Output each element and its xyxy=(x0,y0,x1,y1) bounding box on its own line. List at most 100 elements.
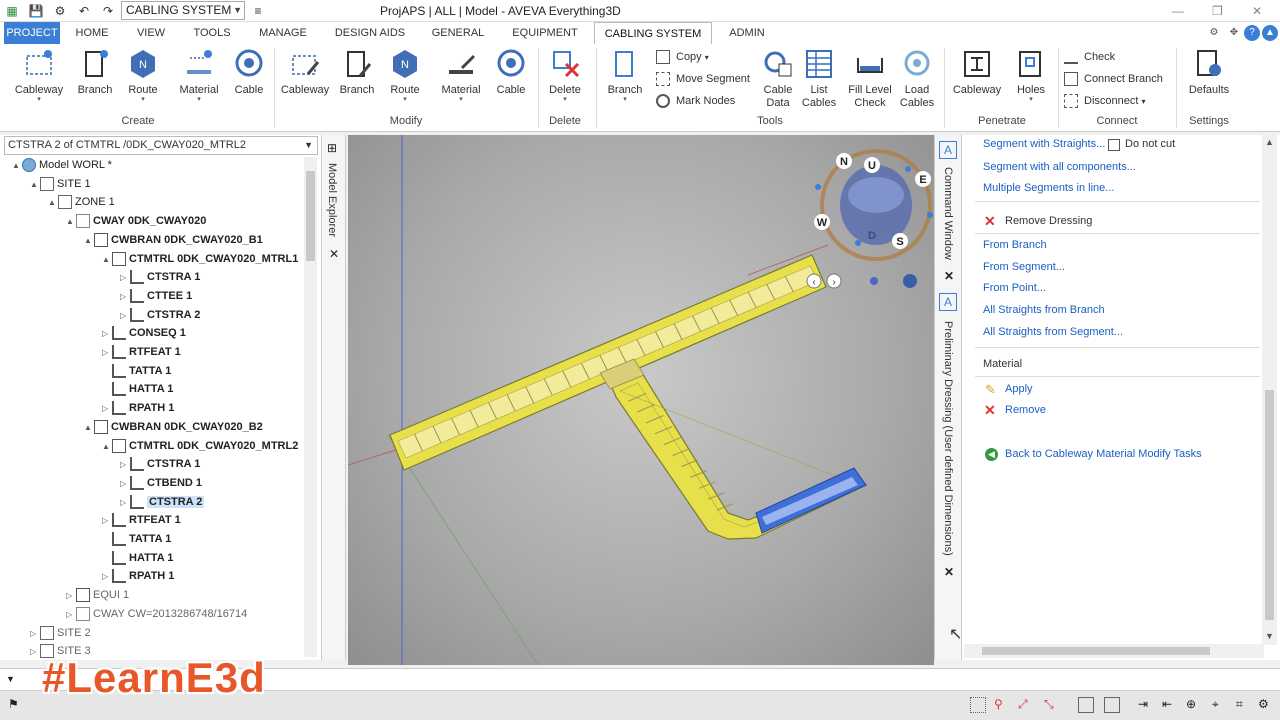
expand-toggle-icon[interactable]: ▲ xyxy=(66,213,76,231)
explorer-tree-icon[interactable]: ⊞ xyxy=(327,141,337,155)
tab-cabling-system[interactable]: CABLING SYSTEM xyxy=(594,22,712,44)
expand-toggle-icon[interactable]: ▷ xyxy=(120,288,130,306)
segment-with-straights-link[interactable]: Segment with Straights... xyxy=(983,138,1105,150)
expand-toggle-icon[interactable]: ▷ xyxy=(102,344,112,362)
panel-vertical-scrollbar[interactable]: ▲ ▼ xyxy=(1262,135,1277,645)
tree-node[interactable]: ▷ RPATH 1 xyxy=(102,399,174,417)
tab-design-aids[interactable]: DESIGN AIDS xyxy=(330,22,410,44)
snap-dist-icon[interactable]: ⤡ xyxy=(1044,697,1060,713)
snap-icon[interactable]: ⚲ xyxy=(994,697,1010,713)
align-right-icon[interactable]: ⇤ xyxy=(1162,697,1178,713)
multiple-segments-link[interactable]: Multiple Segments in line... xyxy=(983,182,1114,194)
cable-data-button[interactable]: Cable Data xyxy=(754,48,802,110)
explorer-scrollbar[interactable] xyxy=(304,157,317,657)
mark-nodes-button[interactable]: Mark Nodes xyxy=(656,92,735,110)
cable-tray-main[interactable] xyxy=(389,254,827,471)
apply-material-link[interactable]: Apply xyxy=(1005,383,1033,395)
cable-tray-selected-segment[interactable] xyxy=(755,467,867,534)
center-icon[interactable]: ⊕ xyxy=(1186,697,1202,713)
penetrate-cableway-button[interactable]: Cableway xyxy=(950,48,1004,96)
expand-toggle-icon[interactable]: ▲ xyxy=(84,419,94,437)
tree-node[interactable]: ▷ CTSTRA 2 xyxy=(120,306,200,324)
panel-horizontal-scrollbar[interactable] xyxy=(964,644,1264,658)
3d-viewport[interactable]: N U E W D S ‹ › xyxy=(348,135,934,665)
scroll-thumb[interactable] xyxy=(1265,390,1274,620)
tree-node[interactable]: ▷ CTSTRA 1 xyxy=(120,455,200,473)
expand-toggle-icon[interactable]: ▷ xyxy=(102,400,112,418)
copy-button[interactable]: Copy ▾ xyxy=(656,48,709,66)
expand-toggle-icon[interactable]: ▲ xyxy=(102,251,112,269)
tree-node[interactable]: ▲ CWBRAN 0DK_CWAY020_B1 xyxy=(84,231,263,249)
expand-toggle-icon[interactable]: ▷ xyxy=(102,512,112,530)
tree-node[interactable]: ▲ ZONE 1 xyxy=(48,193,115,211)
align-left-icon[interactable]: ⇥ xyxy=(1138,697,1154,713)
expand-toggle-icon[interactable]: ▷ xyxy=(66,606,76,624)
close-icon[interactable]: ✕ xyxy=(944,269,954,283)
command-window-icon[interactable]: A xyxy=(939,141,957,159)
tree-node[interactable]: HATTA 1 xyxy=(102,380,173,398)
expand-toggle-icon[interactable]: ▲ xyxy=(48,194,58,212)
grid-icon[interactable] xyxy=(970,697,986,713)
tree-node[interactable]: ▲ Model WORL * xyxy=(12,156,112,174)
do-not-cut-checkbox[interactable] xyxy=(1108,139,1120,151)
preliminary-dressing-icon[interactable]: A xyxy=(939,293,957,311)
segment-all-components-link[interactable]: Segment with all components... xyxy=(983,161,1136,173)
explorer-path-select[interactable]: CTSTRA 2 of CTMTRL /0DK_CWAY020_MTRL2 ▼ xyxy=(4,136,318,155)
modify-material-button[interactable]: Material ▾ xyxy=(434,48,488,104)
connect-branch-button[interactable]: Connect Branch xyxy=(1064,70,1163,88)
tree-node[interactable]: ▷ CONSEQ 1 xyxy=(102,324,186,342)
from-branch-link[interactable]: From Branch xyxy=(983,239,1047,251)
create-cableway-button[interactable]: Cableway ▾ xyxy=(12,48,66,104)
tree-node[interactable]: ▷ CTTEE 1 xyxy=(120,287,192,305)
tools-branch-button[interactable]: Branch ▾ xyxy=(598,48,652,104)
tree-node[interactable]: ▲ CTMTRL 0DK_CWAY020_MTRL2 xyxy=(102,437,298,455)
scroll-thumb[interactable] xyxy=(306,171,315,261)
collapse-ribbon-icon[interactable]: ▲ xyxy=(1262,25,1278,41)
expand-toggle-icon[interactable]: ▷ xyxy=(120,475,130,493)
grid-plus-icon[interactable]: ⌗ xyxy=(1236,697,1252,713)
expand-toggle-icon[interactable]: ▲ xyxy=(84,232,94,250)
customize-qat-icon[interactable]: ≡ xyxy=(250,3,266,19)
tree-node[interactable]: ▷ CTSTRA 2 xyxy=(120,493,205,511)
close-button[interactable]: ✕ xyxy=(1252,4,1262,18)
disconnect-button[interactable]: Disconnect ▾ xyxy=(1064,92,1146,110)
from-point-link[interactable]: From Point... xyxy=(983,282,1046,294)
move-segment-button[interactable]: Move Segment xyxy=(656,70,750,88)
tab-admin[interactable]: ADMIN xyxy=(722,22,772,44)
tree-node[interactable]: ▲ CTMTRL 0DK_CWAY020_MTRL1 xyxy=(102,250,298,268)
tree-node[interactable]: ▲ CWBRAN 0DK_CWAY020_B2 xyxy=(84,418,263,436)
modify-cableway-button[interactable]: Cableway xyxy=(278,48,332,96)
target-icon[interactable]: ⌖ xyxy=(1212,697,1228,713)
tab-view[interactable]: VIEW xyxy=(128,22,174,44)
scroll-down-icon[interactable]: ▼ xyxy=(1265,631,1274,641)
tree-node[interactable]: ▷ CTBEND 1 xyxy=(120,474,202,492)
create-route-button[interactable]: N Route ▾ xyxy=(116,48,170,104)
back-to-tasks-link[interactable]: Back to Cableway Material Modify Tasks xyxy=(1005,448,1202,460)
tree-node[interactable]: ▷ RTFEAT 1 xyxy=(102,343,181,361)
flag-icon[interactable]: ⚑ xyxy=(8,697,24,713)
cable-tray-drop[interactable] xyxy=(609,372,868,540)
expand-toggle-icon[interactable]: ▷ xyxy=(102,325,112,343)
move-icon[interactable]: ✥ xyxy=(1226,25,1242,41)
load-cables-button[interactable]: Load Cables xyxy=(892,48,942,110)
list-cables-button[interactable]: List Cables xyxy=(796,48,842,110)
tab-project[interactable]: PROJECT xyxy=(4,22,60,44)
tab-tools[interactable]: TOOLS xyxy=(186,22,238,44)
scroll-thumb[interactable] xyxy=(982,647,1210,655)
expand-toggle-icon[interactable]: ▲ xyxy=(12,157,22,175)
maximize-button[interactable]: ❐ xyxy=(1212,4,1223,18)
close-icon[interactable]: ✕ xyxy=(944,565,954,579)
tree-node[interactable]: ▷ SITE 2 xyxy=(30,624,91,642)
tree-node[interactable]: ▲ CWAY 0DK_CWAY020 xyxy=(66,212,206,230)
preliminary-dressing-tab[interactable]: Preliminary Dressing (User defined Dimen… xyxy=(942,321,954,556)
expand-toggle-icon[interactable]: ▷ xyxy=(120,307,130,325)
help-icon[interactable]: ? xyxy=(1244,25,1260,41)
modify-cable-button[interactable]: Cable xyxy=(484,48,538,96)
pick-filter-icon[interactable] xyxy=(1104,697,1120,713)
create-branch-button[interactable]: Branch xyxy=(68,48,122,96)
tree-node[interactable]: ▷ EQUI 1 xyxy=(66,586,129,604)
expand-toggle-icon[interactable]: ▲ xyxy=(102,438,112,456)
create-material-button[interactable]: Material ▾ xyxy=(172,48,226,104)
from-segment-link[interactable]: From Segment... xyxy=(983,261,1065,273)
properties-icon[interactable]: ⚙ xyxy=(52,3,68,19)
